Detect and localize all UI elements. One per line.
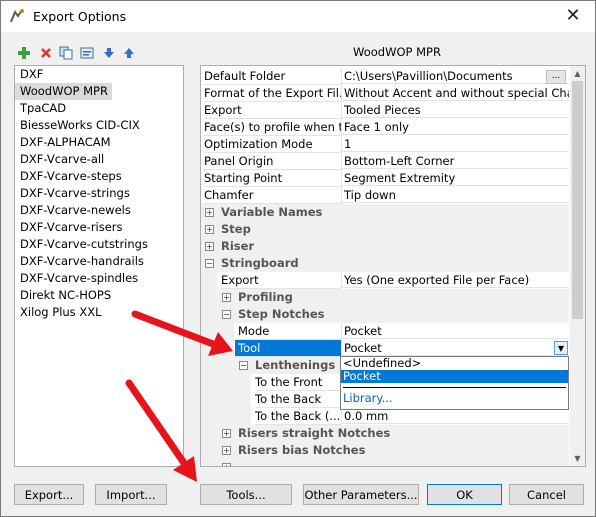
annotation-arrows bbox=[125, 310, 233, 482]
export-options-dialog: Export Options ✕ WoodWOP MPR DXF WoodWOP… bbox=[0, 0, 596, 517]
